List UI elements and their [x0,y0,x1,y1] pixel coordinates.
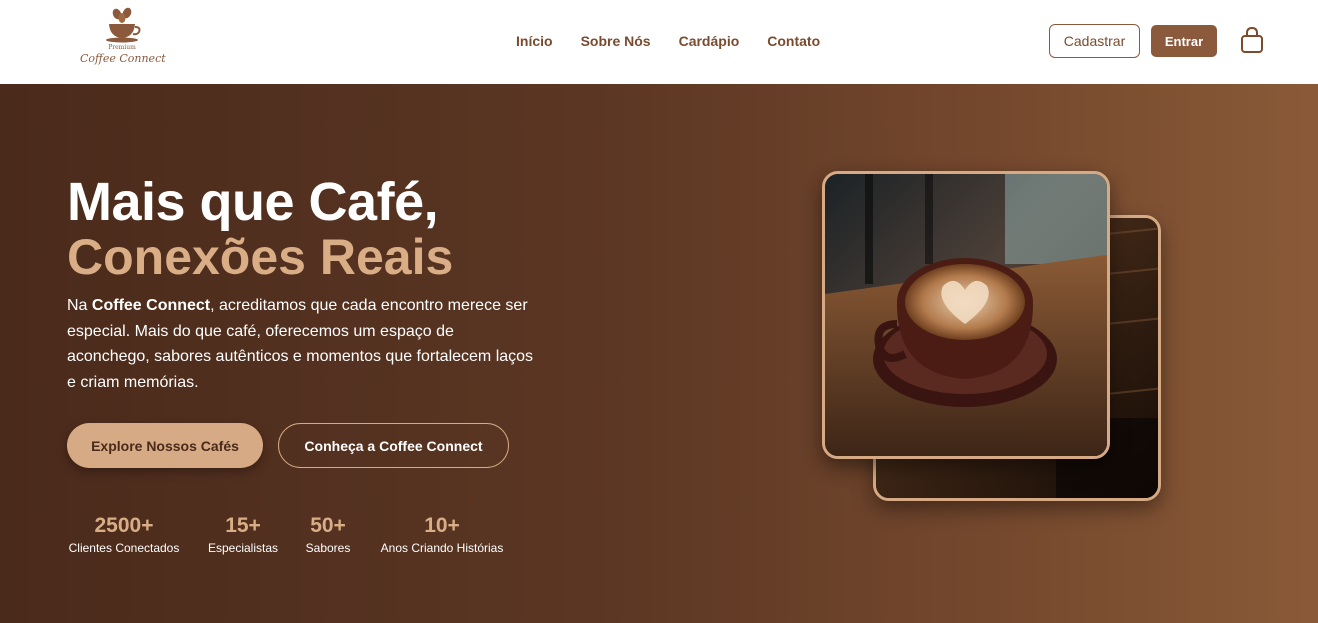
hero-description: Na Coffee Connect, acreditamos que cada … [67,293,537,395]
nav-item-inicio[interactable]: Início [516,30,553,52]
stat-label: Clientes Conectados [68,541,180,555]
site-header: Premium Coffee Connect Início Sobre Nós … [0,0,1318,84]
brand-logo[interactable]: Premium Coffee Connect [80,6,166,78]
coffee-cup-logo-icon [106,7,141,43]
stat-specialists: 15+ Especialistas [206,512,280,556]
latte-art-photo [822,171,1110,459]
stat-value: 15+ [225,514,261,537]
hero-title-line2: Conexões Reais [67,229,454,285]
stat-clients: 2500+ Clientes Conectados [67,512,181,556]
explore-coffees-button[interactable]: Explore Nossos Cafés [67,423,263,468]
stat-value: 10+ [424,514,460,537]
about-coffee-connect-button[interactable]: Conheça a Coffee Connect [278,423,509,468]
desc-prefix: Na [67,297,92,314]
shopping-bag-icon[interactable] [1238,26,1266,56]
brand-name: Coffee Connect [80,52,166,65]
stat-value: 2500+ [94,514,154,537]
stat-years: 10+ Anos Criando Histórias [378,512,506,556]
desc-brand: Coffee Connect [91,297,211,314]
stat-label: Especialistas [207,541,279,555]
nav-item-contato[interactable]: Contato [767,30,820,52]
stat-value: 50+ [310,514,346,537]
brand-tagline: Premium [108,44,136,51]
nav-item-cardapio[interactable]: Cardápio [679,30,740,52]
hero-section: Mais que Café, Conexões Reais Na Coffee … [0,84,1318,623]
nav-item-sobre-nos[interactable]: Sobre Nós [581,30,651,52]
stat-label: Sabores [305,541,351,555]
stat-label: Anos Criando Histórias [380,541,504,555]
login-button[interactable]: Entrar [1151,25,1217,57]
stat-flavors: 50+ Sabores [302,512,354,556]
main-nav: Início Sobre Nós Cardápio Contato [516,30,848,52]
hero-title-line1: Mais que Café, [67,172,439,232]
signup-button[interactable]: Cadastrar [1049,24,1140,58]
